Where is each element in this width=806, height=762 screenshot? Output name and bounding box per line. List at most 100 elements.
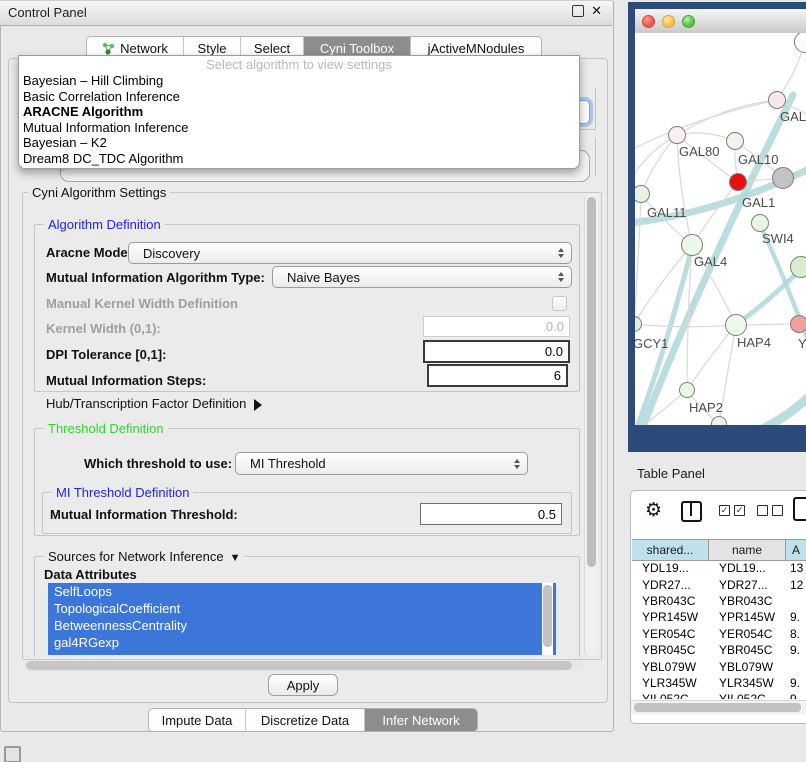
algorithm-option[interactable]: Mutual Information Inference — [19, 120, 579, 136]
apply-button[interactable]: Apply — [268, 674, 338, 696]
table-cell: YBL079W — [710, 660, 787, 674]
network-node[interactable] — [725, 314, 747, 336]
table-row[interactable]: YDL19...YDL19...13 — [633, 560, 806, 576]
table-row[interactable]: YLR345WYLR345W9. — [633, 675, 806, 691]
data-attribute-item[interactable]: SelfLoops — [48, 583, 556, 600]
table-horizontal-scrollbar[interactable] — [631, 700, 806, 714]
close-traffic-light-icon[interactable] — [642, 15, 655, 28]
data-attributes-list[interactable]: SelfLoopsTopologicalCoefficientBetweenne… — [48, 583, 556, 655]
table-row[interactable]: YER054CYER054C8. — [633, 626, 806, 642]
tab-infer-network[interactable]: Infer Network — [365, 709, 477, 731]
gear-icon[interactable]: ⚙ — [645, 499, 662, 522]
network-node-label: HAP2 — [689, 400, 723, 415]
minimized-panel-icon[interactable] — [4, 746, 21, 762]
network-node[interactable] — [679, 382, 695, 398]
aracne-mode-label: Aracne Mode: — [46, 245, 132, 260]
algorithm-option[interactable]: ARACNE Algorithm — [19, 104, 579, 120]
control-panel-titlebar[interactable]: Control Panel ✕ — [0, 0, 612, 26]
unselect-columns-icon[interactable] — [757, 505, 783, 516]
algorithm-option[interactable]: Bayesian – Hill Climbing — [19, 73, 579, 89]
sources-group-title[interactable]: Sources for Network Inference▼ — [44, 549, 244, 564]
settings-vertical-scrollbar[interactable] — [584, 194, 598, 656]
network-node[interactable] — [790, 256, 806, 278]
kernel-width-field[interactable] — [423, 316, 570, 337]
table-horizontal-scrollbar-thumb[interactable] — [634, 703, 801, 712]
stepper-arrows-icon — [558, 248, 564, 258]
algorithm-option[interactable]: Basic Correlation Inference — [19, 89, 579, 105]
network-node-label: GAL — [780, 109, 806, 124]
network-node[interactable] — [681, 234, 703, 256]
hub-definition-expander[interactable]: Hub/Transcription Factor Definition — [46, 396, 262, 411]
data-attribute-item[interactable]: TopologicalCoefficient — [48, 600, 556, 617]
collapse-arrow-icon: ▼ — [230, 552, 241, 564]
algorithm-option[interactable]: Dream8 DC_TDC Algorithm — [19, 151, 579, 167]
screen: Control Panel ✕ Network Style Select Cyn… — [0, 0, 806, 762]
table-cell: YBR043C — [710, 594, 787, 608]
data-attribute-item[interactable]: BetweennessCentrality — [48, 617, 556, 634]
table-row[interactable]: YIL052CYIL052C9 — [633, 691, 806, 699]
table-header: shared... name A — [632, 539, 806, 561]
attributes-scrollbar[interactable] — [542, 583, 553, 655]
which-threshold-select[interactable]: MI Threshold — [235, 452, 528, 475]
column-header-shared-name[interactable]: shared... — [632, 540, 709, 560]
table-row[interactable]: YBR043CYBR043C — [633, 593, 806, 609]
table-row[interactable]: YBR045CYBR045C9. — [633, 642, 806, 658]
network-window-titlebar[interactable] — [635, 9, 806, 34]
float-window-icon[interactable] — [572, 5, 584, 17]
tab-discretize-data[interactable]: Discretize Data — [246, 709, 365, 731]
settings-vertical-scrollbar-thumb[interactable] — [587, 197, 596, 567]
aracne-mode-select[interactable]: Discovery — [128, 242, 572, 264]
network-view-window[interactable]: GALGAL80GAL10GAL1GAL11SWI4GAL4GCY1HAP4YH… — [628, 2, 806, 452]
attributes-scrollbar-thumb[interactable] — [543, 585, 552, 647]
table-cell: YIL052C — [710, 692, 787, 699]
close-icon[interactable]: ✕ — [591, 4, 602, 18]
mi-threshold-field[interactable] — [420, 503, 562, 525]
network-canvas[interactable]: GALGAL80GAL10GAL1GAL11SWI4GAL4GCY1HAP4YH… — [635, 33, 806, 425]
which-threshold-value: MI Threshold — [250, 456, 326, 471]
network-node[interactable] — [729, 173, 747, 191]
settings-horizontal-scrollbar-thumb[interactable] — [26, 661, 572, 670]
select-columns-icon[interactable]: ✓✓ — [719, 505, 745, 516]
network-node-label: GAL11 — [647, 205, 687, 220]
table-row[interactable]: YPR145WYPR145W9. — [633, 609, 806, 625]
table-row[interactable]: YBL079WYBL079W — [633, 658, 806, 674]
column-header-name[interactable]: name — [709, 540, 786, 560]
tab-impute-data[interactable]: Impute Data — [149, 709, 246, 731]
mi-type-label: Mutual Information Algorithm Type: — [46, 270, 265, 285]
export-table-icon[interactable] — [793, 497, 806, 521]
network-node[interactable] — [751, 214, 769, 232]
network-node-label: Y — [798, 336, 806, 351]
dpi-tolerance-field[interactable] — [423, 340, 570, 363]
network-node[interactable] — [711, 416, 727, 425]
network-node-label: GAL4 — [694, 254, 727, 269]
table-toolbar: ⚙ ✓✓ — [631, 497, 806, 531]
settings-horizontal-scrollbar[interactable] — [24, 660, 584, 671]
manual-kernel-checkbox[interactable] — [552, 296, 567, 311]
network-node[interactable] — [790, 315, 806, 333]
network-node[interactable] — [768, 91, 786, 109]
aracne-mode-value: Discovery — [143, 246, 200, 261]
table-row[interactable]: YDR27...YDR27...12 — [633, 576, 806, 592]
data-attribute-item[interactable]: gal4RGexp — [48, 634, 556, 651]
network-node[interactable] — [726, 132, 744, 150]
threshold-definition-title: Threshold Definition — [44, 421, 168, 436]
mi-type-select[interactable]: Naive Bayes — [272, 266, 572, 288]
minimize-traffic-light-icon[interactable] — [662, 15, 675, 28]
mi-steps-field[interactable] — [427, 364, 568, 387]
column-browse-icon[interactable] — [681, 501, 702, 522]
network-node[interactable] — [772, 167, 794, 189]
tab-jactivemnodules-label: jActiveMNodules — [428, 41, 525, 56]
hub-definition-label: Hub/Transcription Factor Definition — [46, 396, 246, 411]
table-cell: 12 — [787, 578, 806, 592]
table-cell: YBR043C — [633, 594, 710, 608]
tab-cyni-toolbox-label: Cyni Toolbox — [320, 41, 394, 56]
stepper-arrows-icon — [558, 272, 564, 282]
column-header-partial[interactable]: A — [786, 540, 806, 560]
network-node[interactable] — [668, 126, 686, 144]
table-cell: YIL052C — [633, 692, 710, 699]
network-node-label: HAP4 — [737, 335, 771, 350]
table-cell: YER054C — [633, 627, 710, 641]
zoom-traffic-light-icon[interactable] — [682, 15, 695, 28]
algorithm-option[interactable]: Bayesian – K2 — [19, 135, 579, 151]
table-cell: YDR27... — [710, 578, 787, 592]
